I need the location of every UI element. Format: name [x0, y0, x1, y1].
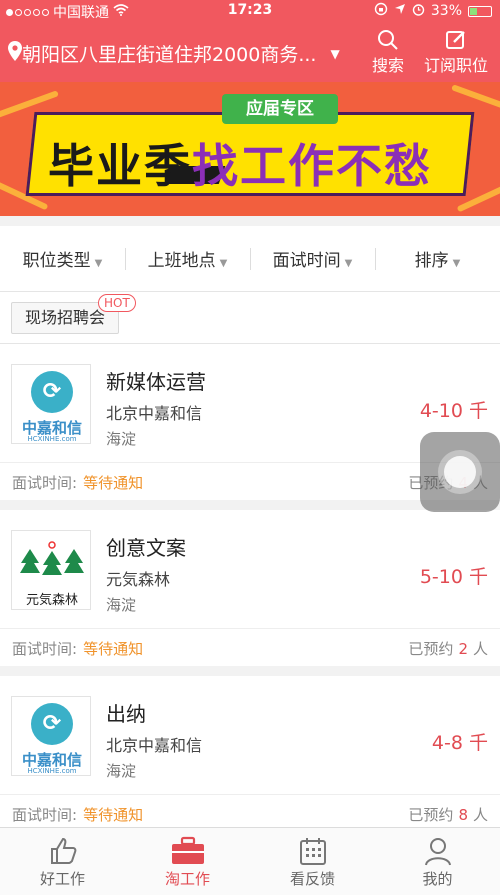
- location-text: 朝阳区八里庄街道住邦2000商务...: [22, 44, 317, 66]
- thumbs-up-icon: [0, 834, 125, 868]
- company-name: 元気森林: [106, 570, 171, 589]
- filter-job-type[interactable]: 职位类型 ▼: [0, 246, 125, 271]
- booked-prefix: 已预约: [408, 806, 454, 824]
- tab-browse-jobs[interactable]: 淘工作: [125, 828, 250, 895]
- refresh-logo-icon: ⟳: [31, 703, 73, 745]
- tab-good-jobs[interactable]: 好工作: [0, 828, 125, 895]
- logo-url-text: HCXINHE.com: [27, 435, 77, 443]
- slogan-part-1: 毕业季: [48, 139, 192, 193]
- graduation-banner[interactable]: 应届专区 毕业季找工作不愁: [0, 82, 500, 216]
- dropdown-caret-icon: ▼: [94, 258, 103, 269]
- assistive-dot: [444, 456, 476, 488]
- banner-tag: 应届专区: [222, 94, 338, 124]
- filter-label: 排序: [414, 251, 449, 271]
- hot-badge: HOT: [98, 294, 136, 312]
- tab-label: 看反馈: [289, 870, 335, 888]
- divider: [0, 628, 500, 629]
- interview-time: 面试时间: 等待通知: [12, 804, 143, 825]
- app-header: 朝阳区八里庄街道住邦2000商务... ▼ 搜索 订阅职位: [0, 22, 500, 82]
- tree-logo-icon: [20, 541, 84, 575]
- refresh-logo-icon: ⟳: [31, 371, 73, 413]
- filter-sort[interactable]: 排序 ▼: [375, 246, 500, 271]
- location-selector[interactable]: 朝阳区八里庄街道住邦2000商务... ▼: [8, 40, 340, 67]
- company-logo: ⟳ 中嘉和信 HCXINHE.com: [11, 364, 91, 444]
- status-bar: 中国联通 17:23 33%: [0, 0, 500, 22]
- filter-label: 职位类型: [22, 251, 91, 271]
- search-label: 搜索: [372, 56, 405, 75]
- slogan-part-2: 找工作不愁: [192, 139, 432, 193]
- interview-value: 等待通知: [83, 806, 144, 824]
- tab-label: 我的: [422, 870, 453, 888]
- booked-number: 2: [458, 640, 468, 658]
- dropdown-caret-icon: ▼: [219, 258, 228, 269]
- briefcase-icon: [125, 834, 250, 868]
- salary: 5-10 千: [419, 566, 488, 588]
- booked-count: 已预约 8 人: [408, 804, 488, 825]
- location-pin-icon: [8, 41, 22, 66]
- tab-label: 好工作: [39, 870, 85, 888]
- search-icon: [372, 28, 404, 52]
- filter-work-location[interactable]: 上班地点 ▼: [125, 246, 250, 271]
- dropdown-caret-icon: ▼: [330, 46, 340, 61]
- subscribe-label: 订阅职位: [424, 56, 489, 75]
- interview-time: 面试时间: 等待通知: [12, 472, 143, 493]
- tab-mine[interactable]: 我的: [375, 828, 500, 895]
- location-arrow-icon: [394, 3, 406, 19]
- logo-url-text: HCXINHE.com: [27, 767, 77, 775]
- dropdown-caret-icon: ▼: [452, 258, 461, 269]
- interview-value: 等待通知: [83, 474, 144, 492]
- job-title: 出纳: [106, 702, 146, 726]
- job-title: 创意文案: [106, 536, 186, 560]
- booked-prefix: 已预约: [408, 640, 454, 658]
- rotation-lock-icon: [374, 2, 388, 20]
- interview-time: 面试时间: 等待通知: [12, 638, 143, 659]
- booked-count: 已预约 2 人: [408, 638, 488, 659]
- interview-label: 面试时间:: [12, 640, 78, 658]
- booked-suffix: 人: [472, 640, 488, 658]
- job-title: 新媒体运营: [106, 370, 206, 394]
- company-logo: ⟳ 中嘉和信 HCXINHE.com: [11, 696, 91, 776]
- interview-label: 面试时间:: [12, 474, 78, 492]
- logo-brand-text: 元気森林: [25, 593, 78, 608]
- battery-icon: [468, 5, 492, 17]
- dropdown-caret-icon: ▼: [344, 258, 353, 269]
- filter-label: 上班地点: [147, 251, 216, 271]
- company-name: 北京中嘉和信: [106, 404, 203, 423]
- tab-feedback[interactable]: 看反馈: [250, 828, 375, 895]
- job-district: 海淀: [106, 430, 137, 448]
- search-button[interactable]: 搜索: [372, 28, 404, 76]
- edit-icon: [424, 28, 488, 52]
- booked-suffix: 人: [472, 806, 488, 824]
- filter-bar: 职位类型 ▼ 上班地点 ▼ 面试时间 ▼ 排序 ▼: [0, 226, 500, 292]
- salary: 4-8 千: [431, 732, 488, 754]
- filter-interview-time[interactable]: 面试时间 ▼: [250, 246, 375, 271]
- job-district: 海淀: [106, 762, 137, 780]
- job-district: 海淀: [106, 596, 137, 614]
- job-card[interactable]: 元気森林 创意文案 元気森林 海淀 5-10 千 面试时间: 等待通知 已预约 2 人: [0, 510, 500, 666]
- salary: 4-10 千: [419, 400, 488, 422]
- calendar-icon: [250, 834, 375, 868]
- interview-label: 面试时间:: [12, 806, 78, 824]
- person-icon: [375, 834, 500, 868]
- subscribe-jobs-button[interactable]: 订阅职位: [424, 28, 488, 76]
- bottom-tab-bar: 好工作 淘工作 看反馈 我的: [0, 827, 500, 895]
- banner-ray: [451, 84, 500, 114]
- company-name: 北京中嘉和信: [106, 736, 203, 755]
- banner-slogan: 毕业季找工作不愁: [48, 130, 432, 196]
- tab-label: 淘工作: [164, 870, 210, 888]
- company-logo: 元気森林: [11, 530, 91, 610]
- job-card[interactable]: ⟳ 中嘉和信 HCXINHE.com 出纳 北京中嘉和信 海淀 4-8 千 面试…: [0, 676, 500, 832]
- booked-number: 8: [458, 806, 468, 824]
- interview-value: 等待通知: [83, 640, 144, 658]
- alarm-icon: [412, 3, 425, 20]
- assistive-touch-button[interactable]: [420, 432, 500, 512]
- filter-label: 面试时间: [272, 251, 341, 271]
- battery-percent: 33%: [430, 3, 462, 19]
- divider: [0, 794, 500, 795]
- quick-tags: 现场招聘会 HOT: [0, 292, 500, 344]
